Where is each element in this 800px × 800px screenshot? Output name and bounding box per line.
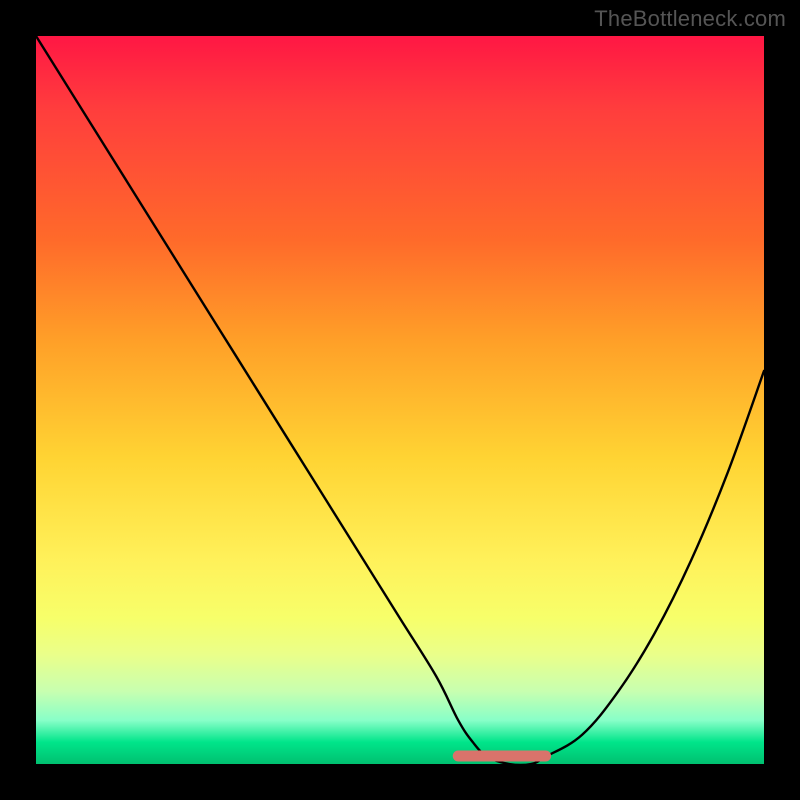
bottleneck-curve	[36, 36, 764, 764]
chart-plot-area	[36, 36, 764, 764]
chart-frame: TheBottleneck.com	[0, 0, 800, 800]
watermark-text: TheBottleneck.com	[594, 6, 786, 32]
chart-svg	[36, 36, 764, 764]
